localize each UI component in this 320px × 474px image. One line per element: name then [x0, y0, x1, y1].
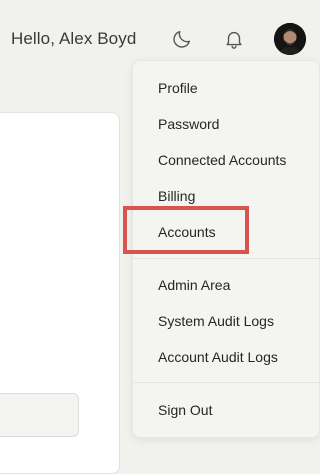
menu-item-account-audit-logs[interactable]: Account Audit Logs	[158, 348, 278, 366]
menu-item-sign-out[interactable]: Sign Out	[158, 401, 212, 419]
menu-item-accounts[interactable]: Accounts	[158, 223, 216, 241]
menu-item-profile[interactable]: Profile	[158, 79, 198, 97]
notifications-button[interactable]	[222, 27, 246, 51]
menu-divider	[133, 382, 319, 383]
moon-icon	[173, 30, 191, 48]
menu-item-admin-area[interactable]: Admin Area	[158, 276, 230, 294]
theme-toggle-button[interactable]	[170, 27, 194, 51]
content-input[interactable]	[0, 393, 79, 437]
menu-divider	[133, 258, 319, 259]
menu-item-connected-accounts[interactable]: Connected Accounts	[158, 151, 286, 169]
user-menu-dropdown: Profile Password Connected Accounts Bill…	[132, 60, 320, 438]
menu-item-system-audit-logs[interactable]: System Audit Logs	[158, 312, 274, 330]
greeting-text: Hello, Alex Boyd	[11, 29, 137, 48]
menu-item-billing[interactable]: Billing	[158, 187, 195, 205]
user-avatar-button[interactable]	[274, 23, 306, 55]
menu-item-password[interactable]: Password	[158, 115, 219, 133]
bell-icon	[226, 31, 242, 49]
avatar	[274, 23, 306, 55]
